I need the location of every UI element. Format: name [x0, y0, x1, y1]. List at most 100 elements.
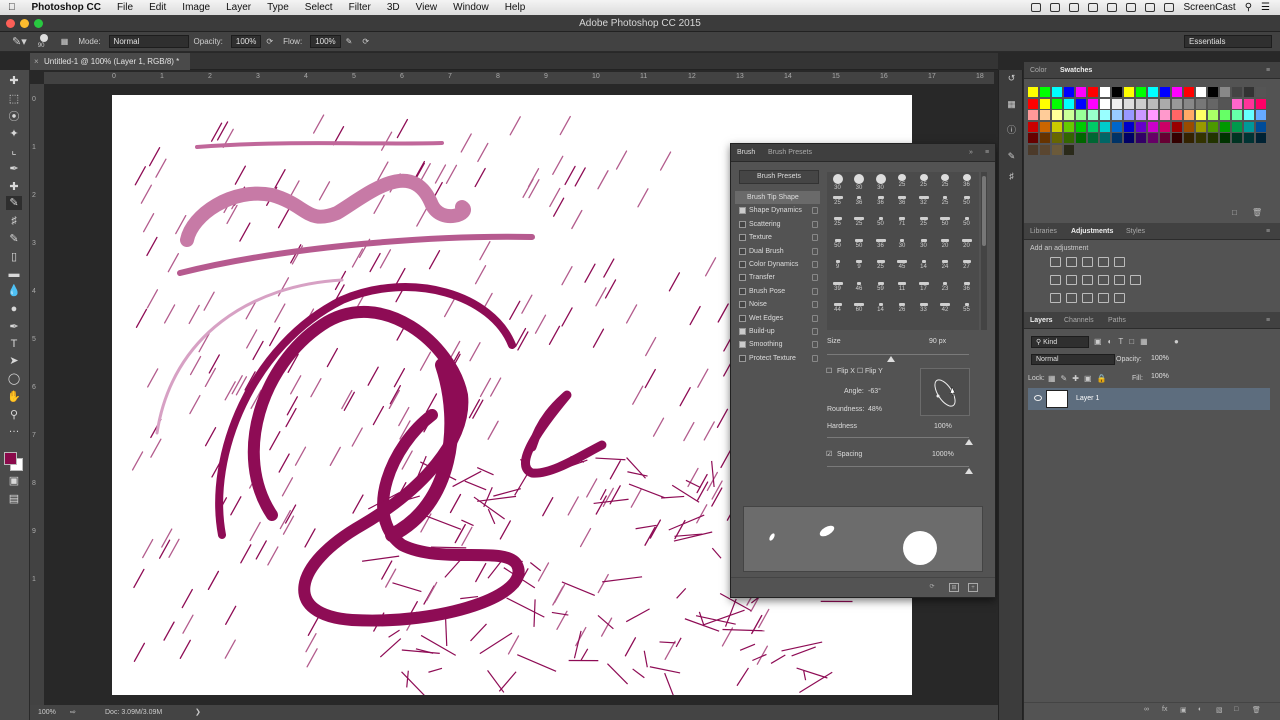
brush-tip-preset[interactable]: 30	[849, 172, 870, 193]
brush-tip-preset[interactable]: 27	[956, 258, 977, 279]
adjustment-layer-icon[interactable]: ◐	[1198, 706, 1202, 713]
color-swatch[interactable]	[1040, 98, 1050, 109]
color-swatch[interactable]	[1100, 110, 1110, 120]
dropbox-icon[interactable]	[1050, 3, 1061, 12]
color-swatch[interactable]	[1100, 133, 1110, 143]
tab-styles[interactable]: Styles	[1126, 223, 1145, 240]
color-swatch[interactable]	[1220, 98, 1230, 109]
color-swatch[interactable]	[1100, 98, 1110, 109]
menu-type[interactable]: Type	[259, 0, 297, 15]
color-swatch[interactable]	[1160, 121, 1170, 132]
toggle-hard-proofing-icon[interactable]: ⟳	[927, 583, 937, 592]
hand-tool-icon[interactable]: ✋	[6, 390, 22, 404]
color-swatch[interactable]	[1220, 121, 1230, 132]
delete-swatch-icon[interactable]: 🗑	[1252, 208, 1262, 217]
brush-option-checkbox[interactable]	[739, 207, 746, 215]
shape-tool-icon[interactable]: ◯	[6, 372, 22, 386]
color-swatch[interactable]	[1136, 121, 1146, 132]
color-swatch[interactable]	[1184, 87, 1194, 97]
color-swatch[interactable]	[1124, 110, 1134, 120]
color-swatch[interactable]	[1136, 110, 1146, 120]
menu-layer[interactable]: Layer	[218, 0, 259, 15]
color-swatch[interactable]	[1172, 133, 1182, 143]
brush-angle-roundness-widget[interactable]	[920, 368, 970, 416]
color-swatch[interactable]	[1172, 110, 1182, 120]
tab-brush[interactable]: Brush	[737, 144, 755, 162]
color-swatch[interactable]	[1172, 98, 1182, 109]
brush-tip-preset[interactable]: 45	[892, 258, 913, 279]
color-swatch[interactable]	[1220, 133, 1230, 143]
filter-toggle-icon[interactable]: ●	[1174, 337, 1179, 346]
blur-tool-icon[interactable]: 💧	[6, 284, 22, 298]
color-swatch[interactable]	[1052, 144, 1062, 155]
tab-libraries[interactable]: Libraries	[1030, 223, 1057, 240]
color-swatch[interactable]	[1196, 98, 1206, 109]
brush-tip-preset[interactable]: 44	[827, 301, 848, 322]
history-brush-tool-icon[interactable]: ✎	[6, 232, 22, 246]
brush-tip-preset[interactable]: 14	[870, 301, 891, 322]
color-swatch[interactable]	[1208, 121, 1218, 132]
new-group-icon[interactable]: ▧	[1216, 706, 1223, 714]
status-menu-chevron-icon[interactable]: ❯	[195, 705, 201, 720]
document-tab[interactable]: × Untitled-1 @ 100% (Layer 1, RGB/8) *	[30, 53, 190, 70]
brush-tool-preset-icon[interactable]: ✎▾	[0, 35, 32, 48]
color-swatch[interactable]	[1160, 87, 1170, 97]
opacity-field[interactable]: 100%	[230, 35, 262, 48]
eyedropper-tool-icon[interactable]: ✒	[6, 162, 22, 176]
color-swatch[interactable]	[1148, 121, 1158, 132]
blend-mode-select[interactable]: Normal	[1031, 354, 1115, 365]
brush-tip-preset[interactable]: 25	[892, 172, 913, 193]
menu-view[interactable]: View	[408, 0, 446, 15]
hardness-value[interactable]: 100%	[934, 423, 952, 430]
brightness-icon[interactable]	[1050, 257, 1061, 267]
color-swatch[interactable]	[1208, 133, 1218, 143]
brush-option-row[interactable]: Texture	[735, 231, 820, 244]
color-swatch[interactable]	[1028, 144, 1038, 155]
color-swatch[interactable]	[1028, 87, 1038, 97]
color-swatch[interactable]	[1028, 98, 1038, 109]
foreground-color-swatch[interactable]	[4, 452, 17, 465]
brush-grid-icon[interactable]: ⊞	[949, 583, 959, 592]
color-swatch[interactable]	[1100, 87, 1110, 97]
brush-option-checkbox[interactable]	[739, 354, 746, 362]
invert-icon[interactable]	[1050, 293, 1061, 303]
color-swatch[interactable]	[1244, 121, 1254, 132]
brush-tip-preset[interactable]: 26	[892, 301, 913, 322]
fill-field[interactable]: 100%	[1147, 372, 1173, 381]
color-swatch[interactable]	[1100, 121, 1110, 132]
brush-tip-preset[interactable]: 36	[956, 172, 977, 193]
tab-adjustments[interactable]: Adjustments	[1071, 223, 1113, 240]
hardness-slider-track[interactable]	[827, 437, 969, 438]
color-swatch[interactable]	[1256, 98, 1266, 109]
new-layer-icon[interactable]: □	[1234, 706, 1238, 713]
brush-tip-preset[interactable]: 17	[913, 280, 934, 301]
color-swatch[interactable]	[1208, 110, 1218, 120]
color-swatch[interactable]	[1136, 98, 1146, 109]
brush-tip-preset[interactable]: 36	[849, 194, 870, 215]
brush-tip-preset[interactable]: 46	[849, 280, 870, 301]
color-swatch[interactable]	[1052, 121, 1062, 132]
brush-tip-preset[interactable]: 25	[913, 215, 934, 236]
brush-tip-preset[interactable]: 25	[935, 172, 956, 193]
brush-tip-preset[interactable]: 50	[935, 215, 956, 236]
lock-icon[interactable]	[812, 247, 818, 255]
brush-tip-preset[interactable]: 30	[870, 172, 891, 193]
brush-option-checkbox[interactable]	[739, 287, 746, 295]
pen-tool-icon[interactable]: ✒	[6, 320, 22, 334]
brush-tip-preset[interactable]: 36	[956, 280, 977, 301]
color-swatch[interactable]	[1052, 87, 1062, 97]
color-swatch[interactable]	[1112, 110, 1122, 120]
brush-option-checkbox[interactable]	[739, 260, 746, 268]
black-white-icon[interactable]	[1082, 275, 1093, 285]
dodge-tool-icon[interactable]: ●	[6, 302, 22, 316]
color-swatch[interactable]	[1160, 133, 1170, 143]
link-layers-icon[interactable]: ∞	[1144, 706, 1149, 713]
color-swatch[interactable]	[1184, 110, 1194, 120]
color-swatch[interactable]	[1244, 98, 1254, 109]
brush-option-checkbox[interactable]	[739, 247, 746, 255]
menu-file[interactable]: File	[109, 0, 141, 15]
brush-tip-preset[interactable]: 50	[827, 237, 848, 258]
app-menu[interactable]: Photoshop CC	[24, 0, 109, 15]
size-value[interactable]: 90 px	[929, 338, 946, 345]
color-swatch[interactable]	[1028, 121, 1038, 132]
